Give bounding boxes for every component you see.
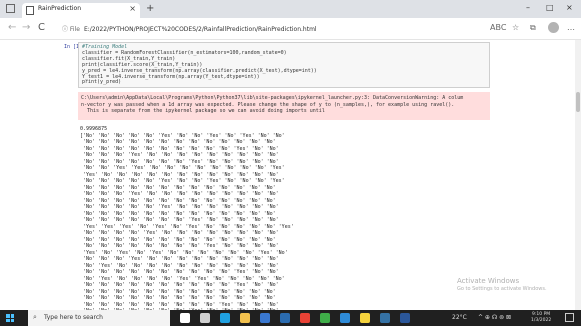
activate-windows-watermark: Activate Windows Go to Settings to activ… <box>457 277 547 292</box>
watermark-title: Activate Windows <box>457 277 520 285</box>
warning-line: n-vector y was passed when a 1d array wa… <box>81 101 455 108</box>
collections-icon[interactable]: ⧉ <box>530 23 536 33</box>
close-tab-icon[interactable]: × <box>129 4 136 13</box>
weather-text[interactable]: 22°C <box>452 314 467 321</box>
page-icon <box>26 6 34 15</box>
reload-button[interactable]: C <box>38 22 45 33</box>
site-info-icon[interactable]: ⓘ File <box>62 26 80 33</box>
watermark-subtitle: Go to Settings to activate Windows. <box>457 286 547 292</box>
read-aloud-icon[interactable]: ABC <box>490 23 506 32</box>
file-explorer-icon[interactable] <box>240 313 250 323</box>
favorites-star-icon[interactable]: ☆ <box>512 23 519 32</box>
notification-icon[interactable] <box>565 313 574 322</box>
maximize-button[interactable]: □ <box>546 3 554 12</box>
profile-avatar[interactable] <box>548 22 559 33</box>
search-icon: ⌕ <box>33 313 37 321</box>
scroll-thumb[interactable] <box>576 92 580 112</box>
anaconda-icon[interactable] <box>320 313 330 323</box>
title-bar: RainPrediction × + – □ × <box>0 0 581 18</box>
chrome-icon[interactable] <box>300 313 310 323</box>
python-icon[interactable] <box>380 313 390 323</box>
clock[interactable]: 9:10 PM 1/3/2022 <box>531 312 551 324</box>
store-icon[interactable] <box>260 313 270 323</box>
clock-date: 1/3/2022 <box>531 318 552 323</box>
edge-icon[interactable] <box>220 313 230 323</box>
page-scrollbar[interactable] <box>575 40 581 310</box>
tab-title: RainPrediction <box>38 5 81 12</box>
tray-icons[interactable]: ^ ⊕ ☊ ⊚ ⊠ <box>478 314 511 321</box>
warning-output: C:\Users\admin\AppData\Local\Programs\Py… <box>78 92 490 120</box>
warning-line: C:\Users\admin\AppData\Local\Programs\Py… <box>81 95 464 101</box>
address-bar: ← → C ⓘ File E:/2022/PYTHON/PROJECT%20COD… <box>0 18 581 40</box>
browser-tab[interactable]: RainPrediction × <box>22 3 140 18</box>
url-text: E:/2022/PYTHON/PROJECT%20CODES/2/Rainfal… <box>83 26 317 33</box>
close-window-button[interactable]: × <box>566 3 573 12</box>
word-icon[interactable] <box>400 313 410 323</box>
code-cell[interactable]: #Training Model classifier = RandomFores… <box>78 42 490 88</box>
url-field[interactable]: ⓘ File E:/2022/PYTHON/PROJECT%20CODES/2/R… <box>62 24 317 33</box>
taskbar-search[interactable]: ⌕ Type here to search <box>28 310 170 326</box>
mail-icon[interactable] <box>280 313 290 323</box>
more-menu-icon[interactable]: … <box>567 23 575 32</box>
cell-output: 0.9996875 ['No' 'No' 'No' 'No' 'No' 'Yes'… <box>80 126 380 310</box>
search-placeholder: Type here to search <box>44 314 103 321</box>
window-menu-icon[interactable] <box>6 4 15 13</box>
app-icon[interactable] <box>340 313 350 323</box>
warning-line: This is separate from the ipykernel pack… <box>81 108 325 115</box>
task-view-icon[interactable] <box>200 313 210 323</box>
new-tab-button[interactable]: + <box>146 3 154 14</box>
forward-button[interactable]: → <box>22 22 30 33</box>
code-line: print(y_pred) <box>82 79 122 86</box>
minimize-button[interactable]: – <box>526 3 530 12</box>
taskbar: ⌕ Type here to search 22°C ^ ⊕ ☊ ⊚ ⊠ 9:1… <box>0 310 581 326</box>
cortana-icon[interactable] <box>180 313 190 323</box>
notes-icon[interactable] <box>360 313 370 323</box>
notebook-page: In [138]: #Training Model classifier = R… <box>0 40 581 310</box>
back-button[interactable]: ← <box>8 22 16 33</box>
start-button[interactable] <box>6 314 14 322</box>
